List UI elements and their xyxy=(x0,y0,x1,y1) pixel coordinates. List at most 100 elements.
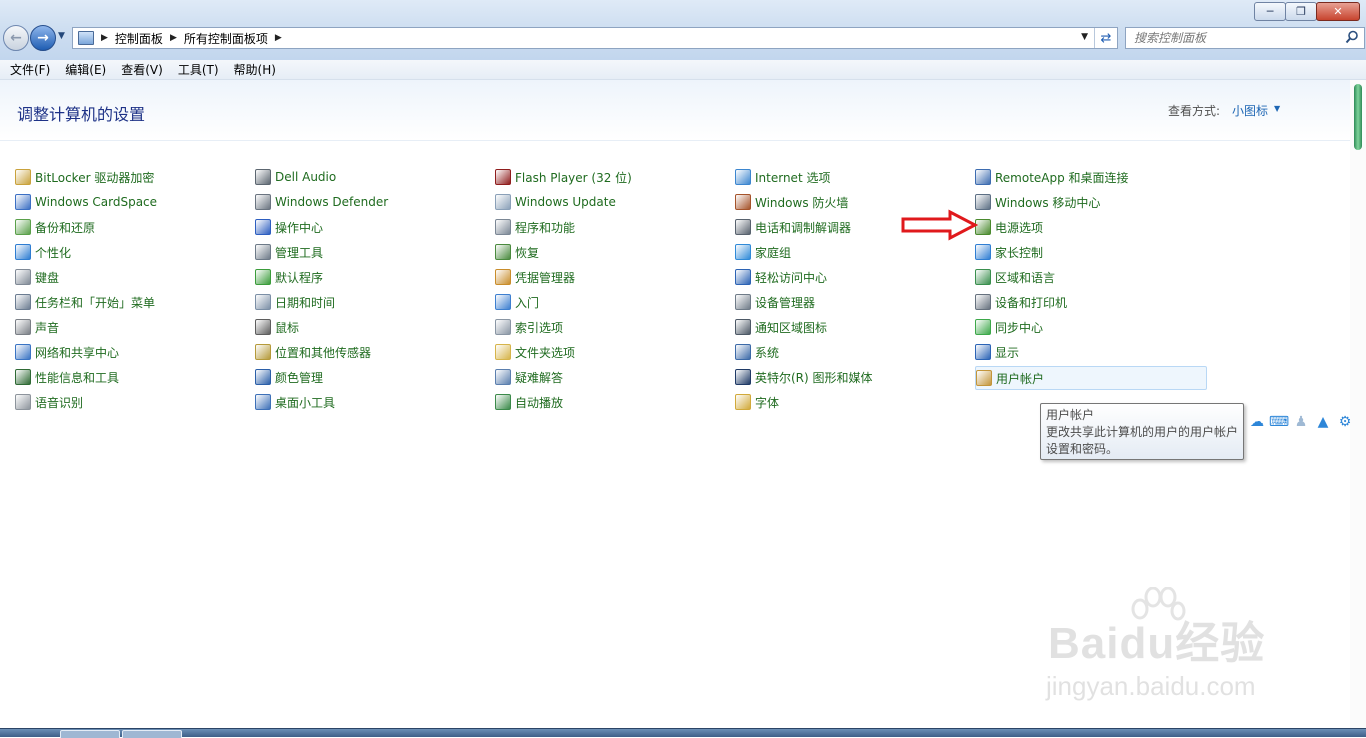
keyboard-icon[interactable]: ⌨ xyxy=(1268,411,1290,433)
breadcrumb-control-panel[interactable]: 控制面板 xyxy=(115,30,163,47)
tooltip-title: 用户帐户 xyxy=(1046,408,1095,422)
taskbar-button[interactable] xyxy=(60,730,120,738)
control-panel-item[interactable]: 显示 xyxy=(975,341,1205,363)
control-panel-item[interactable]: 文件夹选项 xyxy=(495,341,725,363)
cloud-icon[interactable]: ☁ xyxy=(1246,411,1268,433)
control-panel-item[interactable]: 声音 xyxy=(15,316,245,338)
autoplay-icon xyxy=(495,394,511,410)
control-panel-item[interactable]: 英特尔(R) 图形和媒体 xyxy=(735,366,965,388)
control-panel-item[interactable]: 设备管理器 xyxy=(735,291,965,313)
control-panel-item[interactable]: Flash Player (32 位) xyxy=(495,166,725,188)
control-panel-item[interactable]: 入门 xyxy=(495,291,725,313)
default-programs-icon xyxy=(255,269,271,285)
control-panel-item[interactable]: 管理工具 xyxy=(255,241,485,263)
search-box[interactable] xyxy=(1125,27,1365,49)
control-panel-item[interactable]: 日期和时间 xyxy=(255,291,485,313)
restore-icon: ❐ xyxy=(1296,5,1306,18)
shirt-icon[interactable]: ▲ xyxy=(1312,411,1334,433)
breadcrumb-separator-icon[interactable]: ▶ xyxy=(170,33,177,43)
control-panel-item[interactable]: 凭据管理器 xyxy=(495,266,725,288)
control-panel-item[interactable]: 字体 xyxy=(735,391,965,413)
control-panel-item[interactable]: Dell Audio xyxy=(255,166,485,188)
control-panel-item-label: 鼠标 xyxy=(275,320,300,335)
address-bar[interactable]: ▶ 控制面板 ▶ 所有控制面板项 ▶ ▼ ⇄ xyxy=(72,27,1118,49)
control-panel-item[interactable]: 默认程序 xyxy=(255,266,485,288)
control-panel-item-label: 性能信息和工具 xyxy=(35,370,120,385)
control-panel-item[interactable]: Internet 选项 xyxy=(735,166,965,188)
control-panel-item[interactable]: 桌面小工具 xyxy=(255,391,485,413)
breadcrumb-all-items[interactable]: 所有控制面板项 xyxy=(184,30,268,47)
control-panel-item[interactable]: 鼠标 xyxy=(255,316,485,338)
control-panel-item[interactable]: 电源选项 xyxy=(975,216,1205,238)
control-panel-item-label: 凭据管理器 xyxy=(515,270,576,285)
control-panel-item[interactable]: BitLocker 驱动器加密 xyxy=(15,166,245,188)
control-panel-item[interactable]: 恢复 xyxy=(495,241,725,263)
control-panel-item[interactable]: 颜色管理 xyxy=(255,366,485,388)
back-button[interactable]: ← xyxy=(3,25,29,51)
view-by-dropdown[interactable]: 小图标 xyxy=(1232,102,1268,119)
control-panel-item[interactable]: 家庭组 xyxy=(735,241,965,263)
control-panel-item[interactable]: 自动播放 xyxy=(495,391,725,413)
control-panel-item[interactable]: 备份和还原 xyxy=(15,216,245,238)
control-panel-item[interactable]: Windows Defender xyxy=(255,191,485,213)
control-panel-item[interactable]: 性能信息和工具 xyxy=(15,366,245,388)
gadgets-icon xyxy=(255,394,271,410)
gear-icon[interactable]: ⚙ xyxy=(1334,411,1356,433)
control-panel-item[interactable]: 索引选项 xyxy=(495,316,725,338)
control-panel-item[interactable]: Windows CardSpace xyxy=(15,191,245,213)
recent-pages-dropdown[interactable]: ▼ xyxy=(58,31,65,41)
control-panel-item[interactable]: 设备和打印机 xyxy=(975,291,1205,313)
address-dropdown-icon[interactable]: ▼ xyxy=(1081,32,1088,42)
close-button[interactable]: ✕ xyxy=(1316,2,1360,21)
forward-button[interactable]: → xyxy=(30,25,56,51)
scrollbar-thumb[interactable] xyxy=(1354,84,1362,150)
control-panel-item-label: 电源选项 xyxy=(995,220,1044,235)
control-panel-item[interactable]: 操作中心 xyxy=(255,216,485,238)
menu-edit[interactable]: 编辑(E) xyxy=(55,61,113,78)
minimize-button[interactable]: ─ xyxy=(1254,2,1286,21)
control-panel-item[interactable]: 任务栏和「开始」菜单 xyxy=(15,291,245,313)
menu-view[interactable]: 查看(V) xyxy=(111,61,170,78)
control-panel-item[interactable]: 同步中心 xyxy=(975,316,1205,338)
remoteapp-icon xyxy=(975,169,991,185)
breadcrumb-separator-icon[interactable]: ▶ xyxy=(275,33,282,43)
control-panel-item-label: 显示 xyxy=(995,345,1020,360)
performance-icon xyxy=(15,369,31,385)
breadcrumb-separator-icon[interactable]: ▶ xyxy=(101,33,108,43)
control-panel-item-label: Flash Player (32 位) xyxy=(515,170,632,185)
personalization-icon xyxy=(15,244,31,260)
control-panel-item[interactable]: Windows 移动中心 xyxy=(975,191,1205,213)
control-panel-item[interactable]: 区域和语言 xyxy=(975,266,1205,288)
control-panel-item[interactable]: 语音识别 xyxy=(15,391,245,413)
control-panel-item[interactable]: 个性化 xyxy=(15,241,245,263)
internet-options-icon xyxy=(735,169,751,185)
control-panel-item-label: 程序和功能 xyxy=(515,220,576,235)
control-panel-item[interactable]: 系统 xyxy=(735,341,965,363)
control-panel-item[interactable]: RemoteApp 和桌面连接 xyxy=(975,166,1205,188)
control-panel-item[interactable]: 位置和其他传感器 xyxy=(255,341,485,363)
control-panel-item[interactable]: 程序和功能 xyxy=(495,216,725,238)
chevron-down-icon[interactable]: ▼ xyxy=(1274,104,1280,113)
menu-tools[interactable]: 工具(T) xyxy=(168,61,226,78)
search-input[interactable] xyxy=(1132,29,1336,47)
cardspace-icon xyxy=(15,194,31,210)
user-icon[interactable]: ♟ xyxy=(1290,411,1312,433)
control-panel-item[interactable]: 通知区域图标 xyxy=(735,316,965,338)
dell-audio-icon xyxy=(255,169,271,185)
control-panel-item[interactable]: 键盘 xyxy=(15,266,245,288)
taskbar-button[interactable] xyxy=(122,730,182,738)
control-panel-item[interactable]: 用户帐户 xyxy=(975,366,1207,390)
control-panel-item-label: 颜色管理 xyxy=(275,370,324,385)
vertical-scrollbar[interactable] xyxy=(1350,80,1366,728)
maximize-button[interactable]: ❐ xyxy=(1285,2,1317,21)
control-panel-item-label: 用户帐户 xyxy=(996,371,1045,386)
control-panel-item[interactable]: 轻松访问中心 xyxy=(735,266,965,288)
menu-help[interactable]: 帮助(H) xyxy=(224,61,283,78)
refresh-button[interactable]: ⇄ xyxy=(1094,28,1117,48)
control-panel-item[interactable]: 网络和共享中心 xyxy=(15,341,245,363)
menu-file[interactable]: 文件(F) xyxy=(0,61,57,78)
control-panel-item[interactable]: 家长控制 xyxy=(975,241,1205,263)
control-panel-item[interactable]: 疑难解答 xyxy=(495,366,725,388)
control-panel-item[interactable]: Windows Update xyxy=(495,191,725,213)
search-icon[interactable] xyxy=(1345,30,1359,44)
